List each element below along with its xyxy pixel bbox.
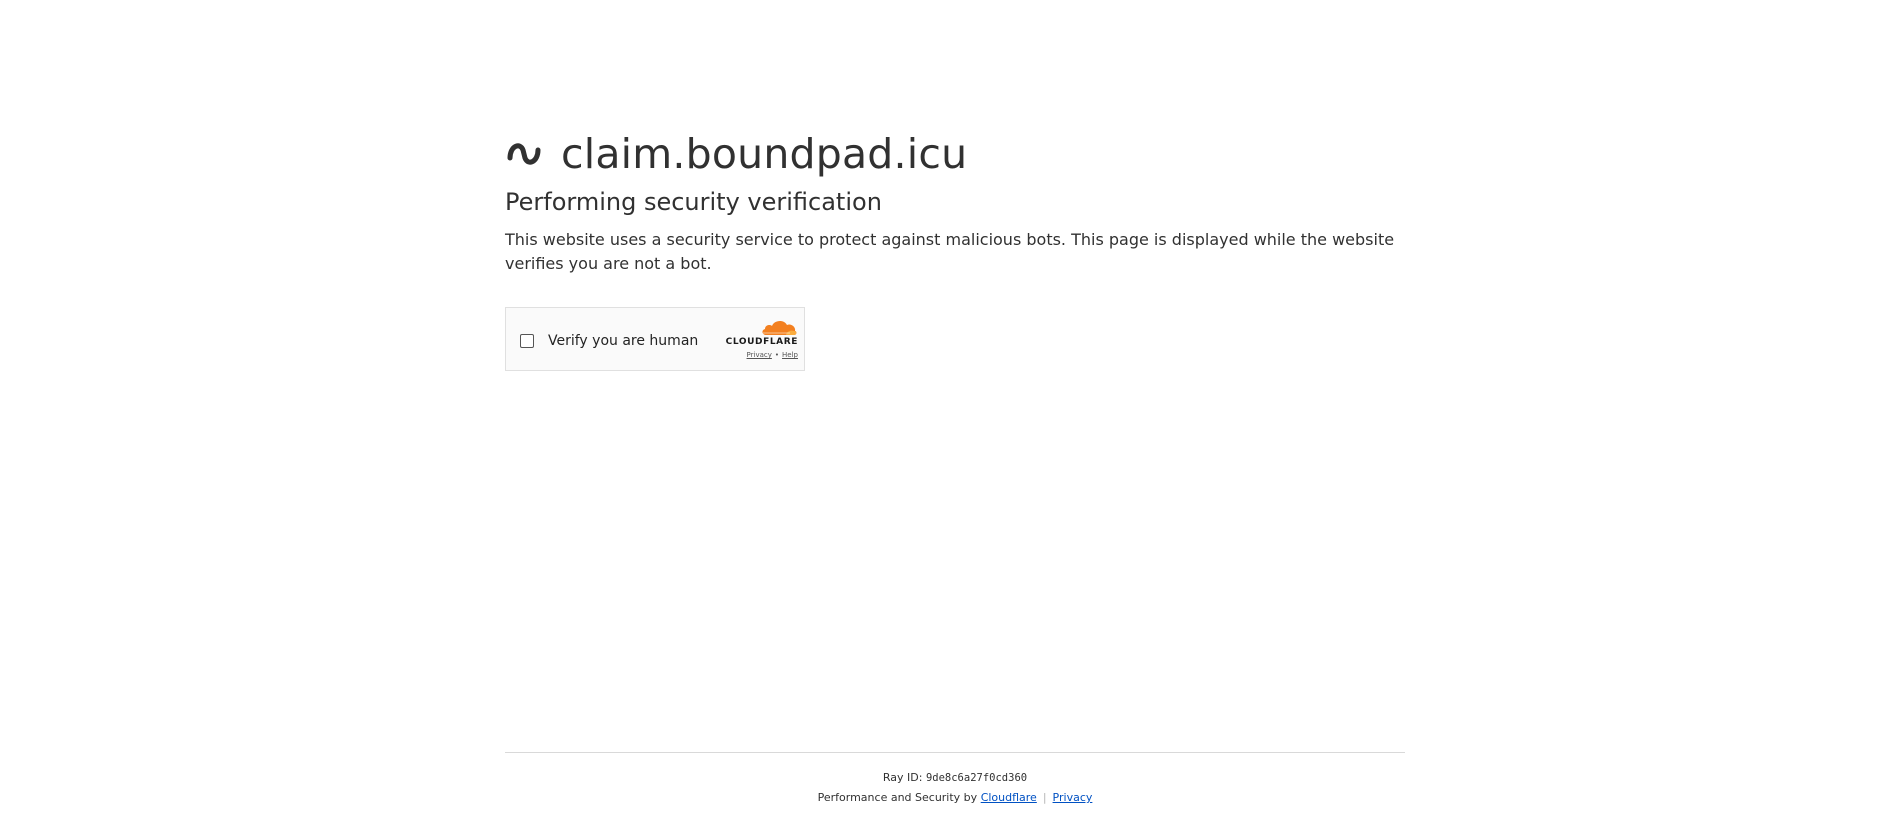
ray-id-label: Ray ID:: [882, 771, 923, 784]
page-description: This website uses a security service to …: [505, 230, 1395, 273]
widget-link-separator: •: [774, 351, 780, 359]
cloudflare-cloud-icon: [762, 320, 797, 335]
footer-separator: |: [1042, 791, 1047, 804]
cloudflare-brand: CLOUDFLARE Privacy • Help: [718, 318, 798, 359]
verify-checkbox[interactable]: [520, 334, 534, 348]
page-title: Performing security verification: [505, 188, 882, 216]
widget-links: Privacy • Help: [718, 351, 798, 359]
performance-text: Performance and Security by: [817, 791, 978, 804]
footer: Ray ID: 9de8c6a27f0cd360 Performance and…: [505, 752, 1405, 804]
site-name: claim.boundpad.icu: [561, 130, 968, 178]
performance-line: Performance and Security by Cloudflare | P…: [505, 791, 1405, 804]
verify-checkbox-label[interactable]: Verify you are human: [548, 333, 698, 349]
turnstile-widget: Verify you are human CLOUDFLARE Privacy •…: [505, 307, 805, 371]
footer-privacy-link[interactable]: Privacy: [1053, 791, 1093, 804]
ray-id-value: 9de8c6a27f0cd360: [925, 772, 1028, 784]
main-content: claim.boundpad.icu Performing security v…: [505, 128, 1405, 371]
ray-id-line: Ray ID: 9de8c6a27f0cd360: [505, 771, 1405, 784]
widget-help-link[interactable]: Help: [782, 351, 798, 359]
cloudflare-wordmark: CLOUDFLARE: [725, 337, 798, 347]
widget-privacy-link[interactable]: Privacy: [747, 351, 772, 359]
verify-checkbox-wrapper[interactable]: Verify you are human: [520, 333, 698, 349]
tilde-wave-icon: [505, 134, 543, 174]
page: claim.boundpad.icu Performing security v…: [0, 0, 1902, 818]
site-header: claim.boundpad.icu: [505, 128, 1405, 180]
cloudflare-link[interactable]: Cloudflare: [981, 791, 1037, 804]
